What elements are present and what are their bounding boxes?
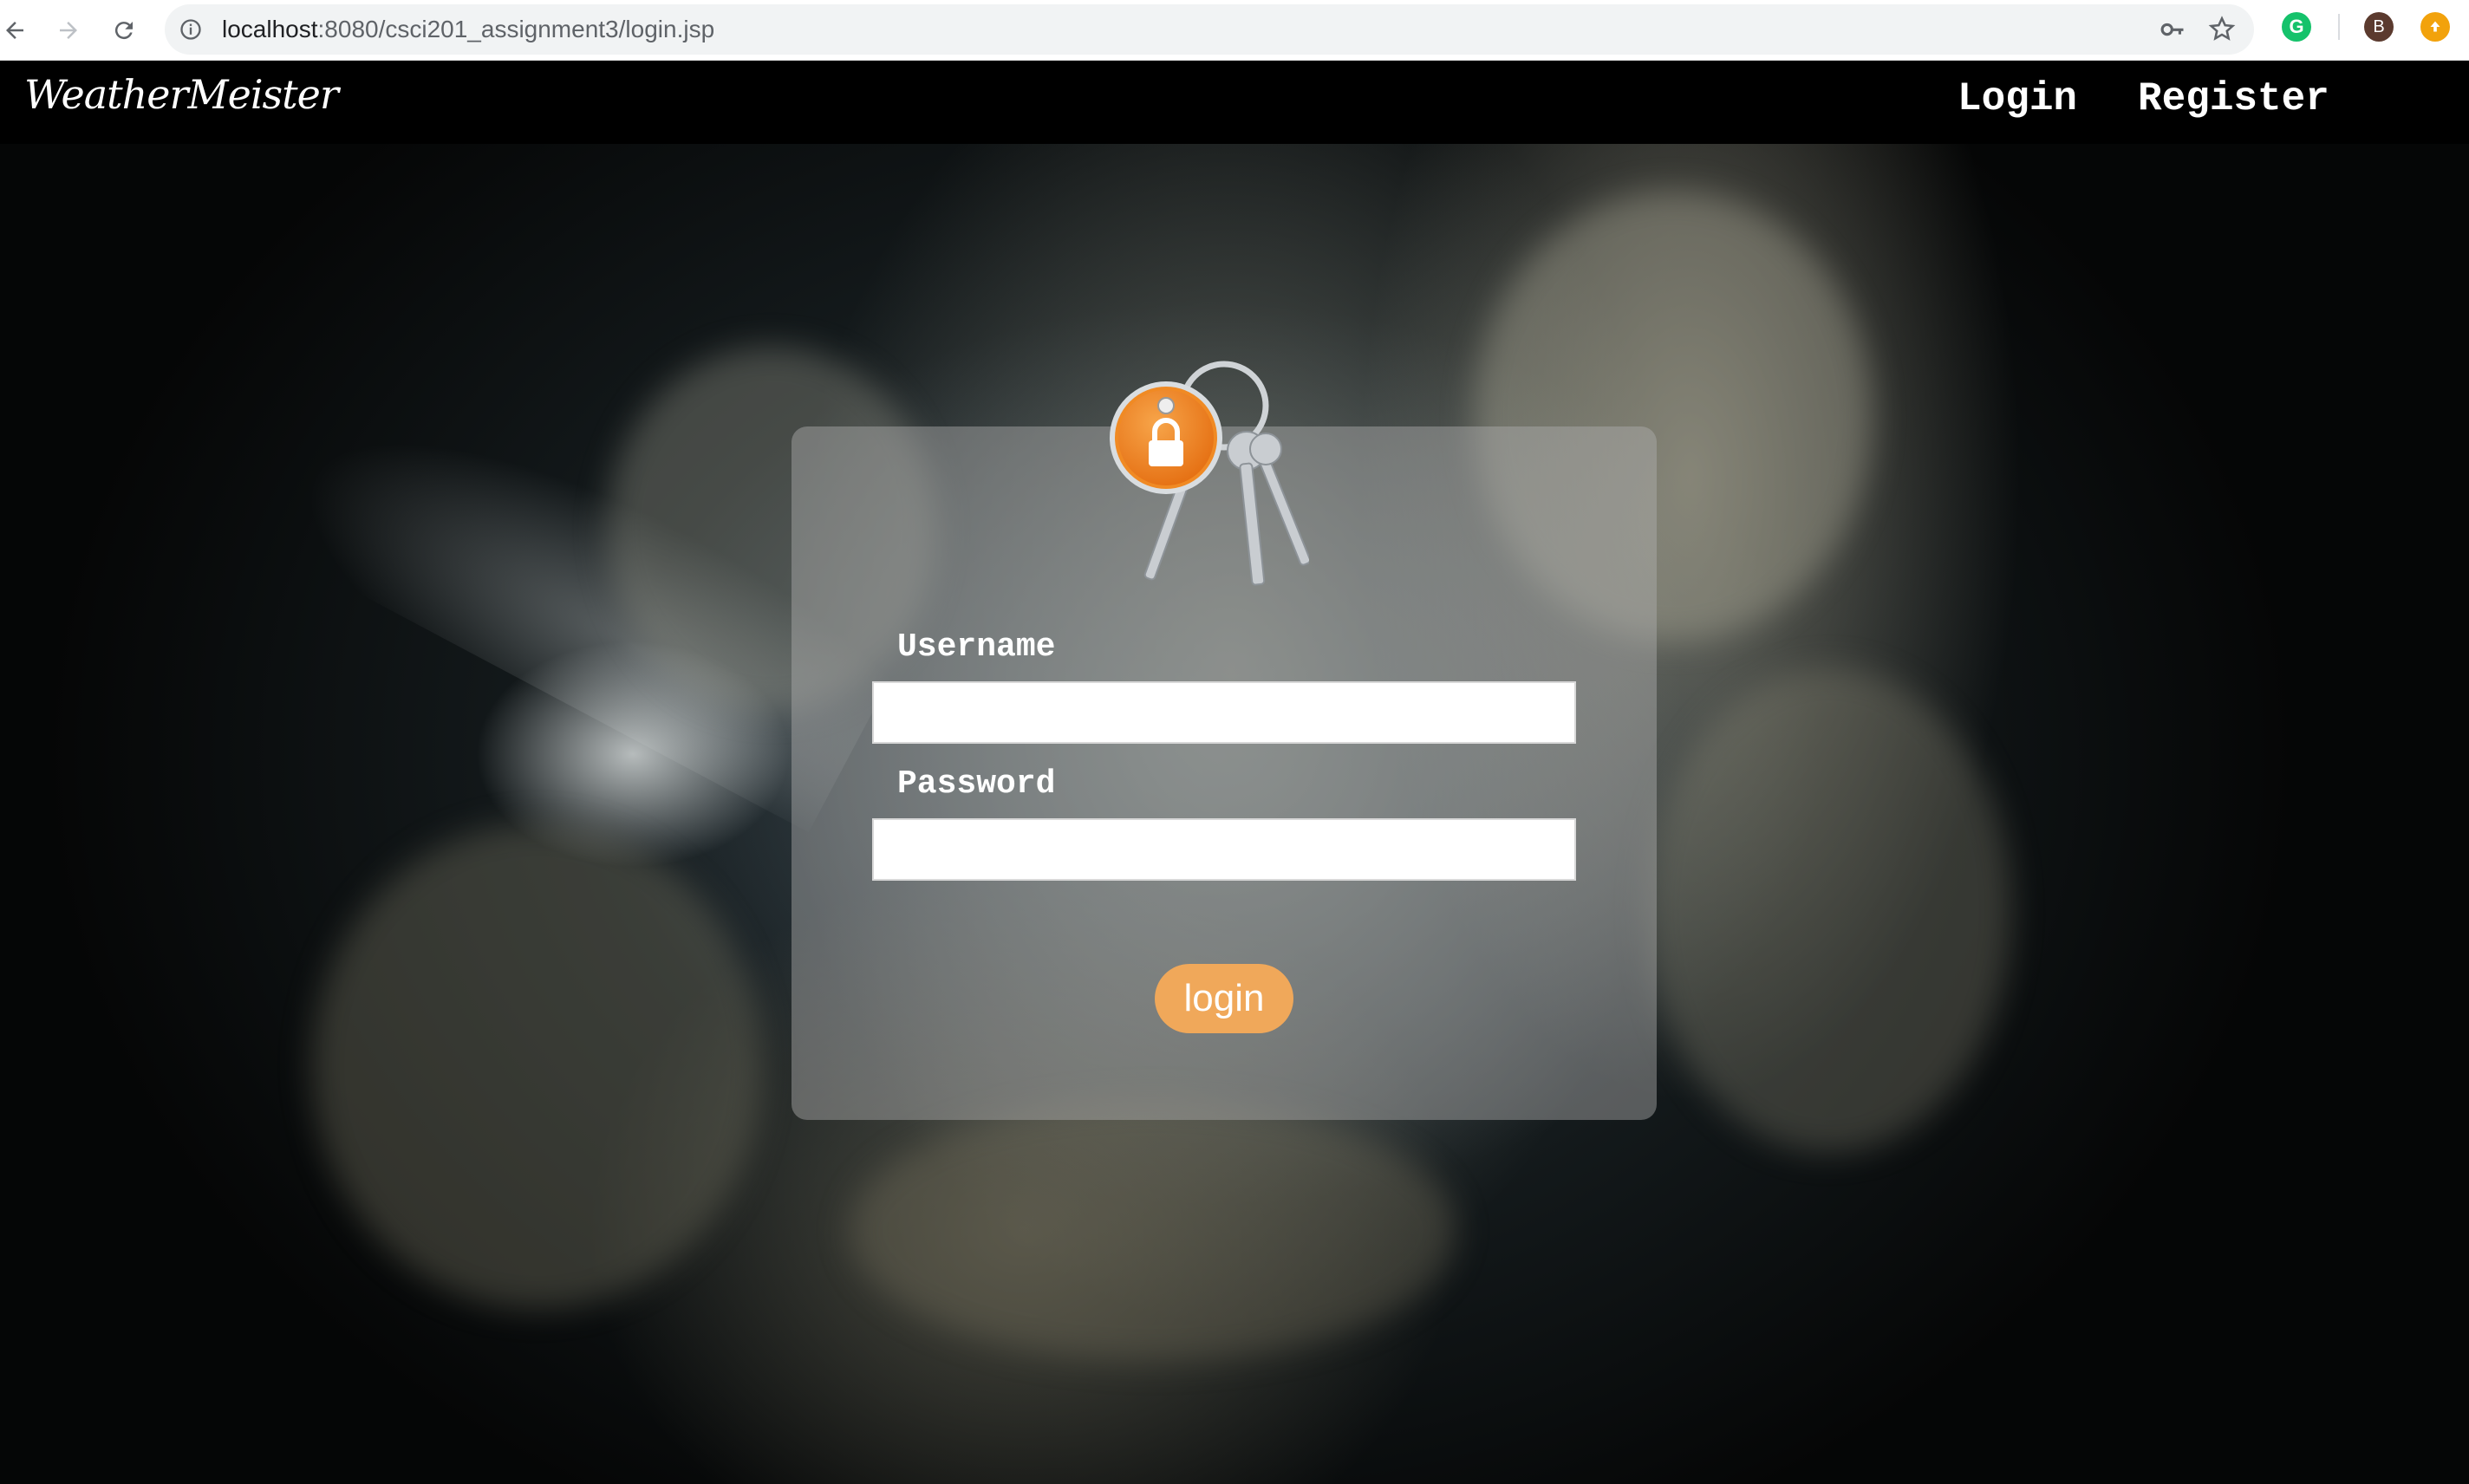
url-host: localhost <box>222 16 318 42</box>
page-background: WeatherMeister Login Register Username P… <box>0 61 2469 1484</box>
username-input[interactable] <box>872 681 1576 744</box>
address-bar[interactable]: localhost:8080/csci201_assignment3/login… <box>165 4 2254 55</box>
info-icon[interactable] <box>179 17 203 42</box>
site-header: WeatherMeister Login Register <box>0 61 2469 144</box>
browser-toolbar: localhost:8080/csci201_assignment3/login… <box>0 0 2469 61</box>
nav-login-link[interactable]: Login <box>1958 76 2077 121</box>
brand-logo[interactable]: WeatherMeister <box>24 71 339 118</box>
cloud-shape <box>850 1101 1456 1361</box>
cloud-shape <box>1647 667 2011 1153</box>
forward-arrow-icon <box>60 22 77 39</box>
username-label: Username <box>897 628 1056 666</box>
arrow-up-icon <box>2430 21 2440 32</box>
grammarly-extension-icon[interactable]: G <box>2282 12 2311 42</box>
nav-register-link[interactable]: Register <box>2138 76 2329 121</box>
password-label: Password <box>897 765 1056 803</box>
reload-button[interactable] <box>104 10 144 50</box>
cloud-shape <box>312 823 763 1309</box>
back-button[interactable] <box>0 10 35 50</box>
login-button[interactable]: login <box>1155 964 1293 1033</box>
star-icon[interactable] <box>2207 15 2237 44</box>
profile-initial: B <box>2373 16 2385 36</box>
key-icon[interactable] <box>2159 16 2186 42</box>
forward-button[interactable] <box>49 10 88 50</box>
reload-icon <box>114 22 133 40</box>
profile-avatar[interactable]: B <box>2364 12 2394 42</box>
toolbar-separator <box>2338 14 2340 40</box>
back-arrow-icon <box>6 22 23 39</box>
url-path: :8080/csci201_assignment3/login.jsp <box>317 16 715 42</box>
keychain-icon <box>1110 361 1309 586</box>
password-input[interactable] <box>872 818 1576 881</box>
url-text[interactable]: localhost:8080/csci201_assignment3/login… <box>222 16 714 43</box>
extension-icon[interactable] <box>2420 12 2450 42</box>
